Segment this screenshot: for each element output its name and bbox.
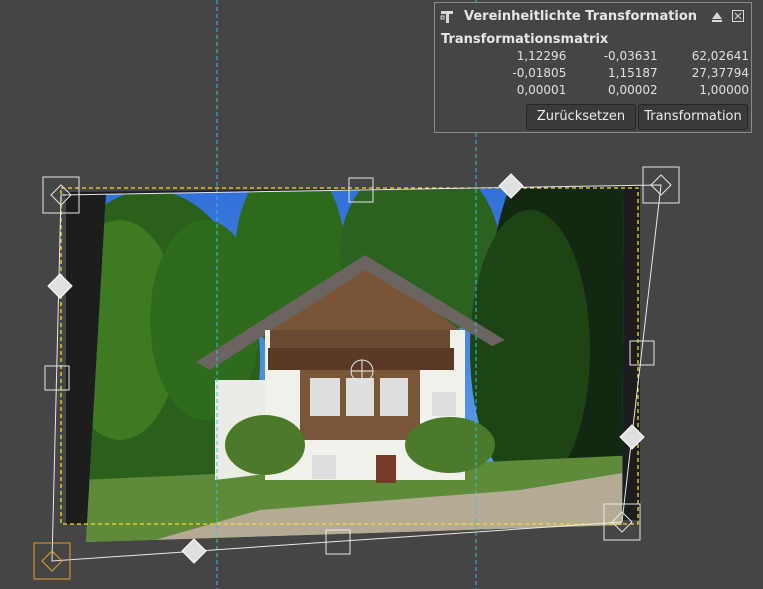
dialog-title: Vereinheitlichte Transformation [464,9,698,24]
matrix-cell: 1,12296 [516,49,567,63]
matrix-cell: 0,00002 [608,83,658,97]
detach-icon[interactable] [711,11,723,23]
pivot-handle[interactable] [350,359,374,383]
transform-tool-icon [440,11,453,23]
transform-button[interactable]: Transformation [638,104,748,130]
matrix-row: 0,00001 0,00002 1,00000 [475,83,749,100]
transformation-matrix: 1,12296 -0,03631 62,02641 -0,01805 1,151… [475,49,749,100]
matrix-row: 1,12296 -0,03631 62,02641 [475,49,749,66]
shear-handle-bottom[interactable] [181,538,207,564]
matrix-row: -0,01805 1,15187 27,37794 [475,66,749,83]
matrix-cell: 0,00001 [516,83,567,97]
matrix-heading: Transformationsmatrix [441,32,609,47]
matrix-cell: 1,00000 [699,83,749,97]
matrix-cell: -0,03631 [603,49,658,63]
unified-transform-dialog: Vereinheitlichte Transformation Transfor… [434,2,752,133]
matrix-cell: 1,15187 [608,66,658,80]
matrix-cell: -0,01805 [512,66,567,80]
transformed-photo [86,187,624,542]
reset-button[interactable]: Zurücksetzen [526,104,636,130]
close-icon[interactable] [732,10,744,22]
matrix-cell: 27,37794 [691,66,749,80]
dialog-header: Vereinheitlichte Transformation [435,3,751,29]
matrix-cell: 62,02641 [691,49,749,63]
